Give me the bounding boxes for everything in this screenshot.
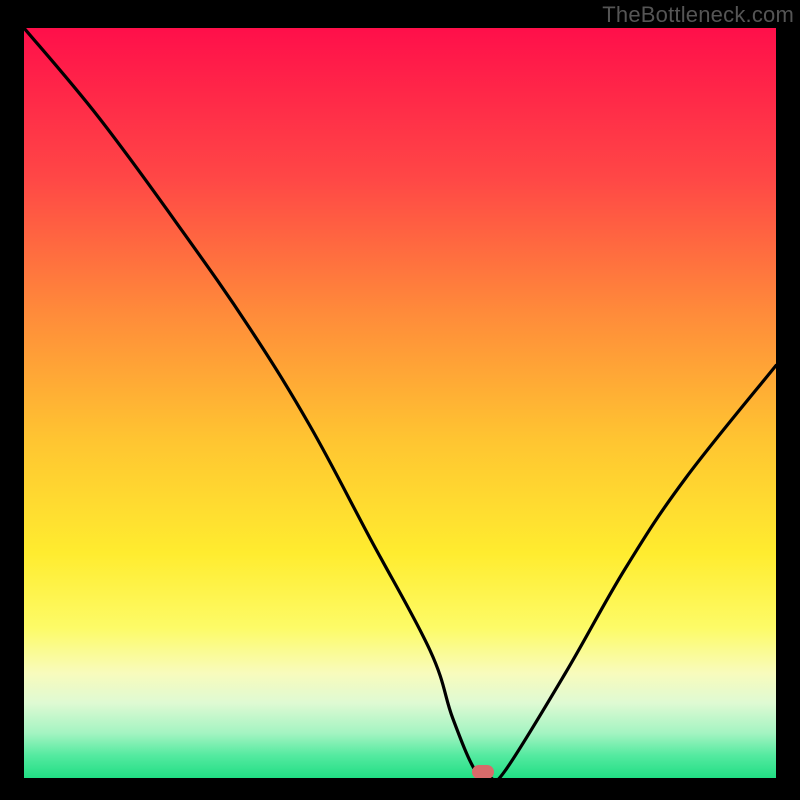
optimal-point-marker [472,765,494,778]
chart-container: TheBottleneck.com [0,0,800,800]
plot-area [24,28,776,778]
gradient-background [24,28,776,778]
watermark-text: TheBottleneck.com [602,2,794,28]
plot-inner [24,28,776,778]
